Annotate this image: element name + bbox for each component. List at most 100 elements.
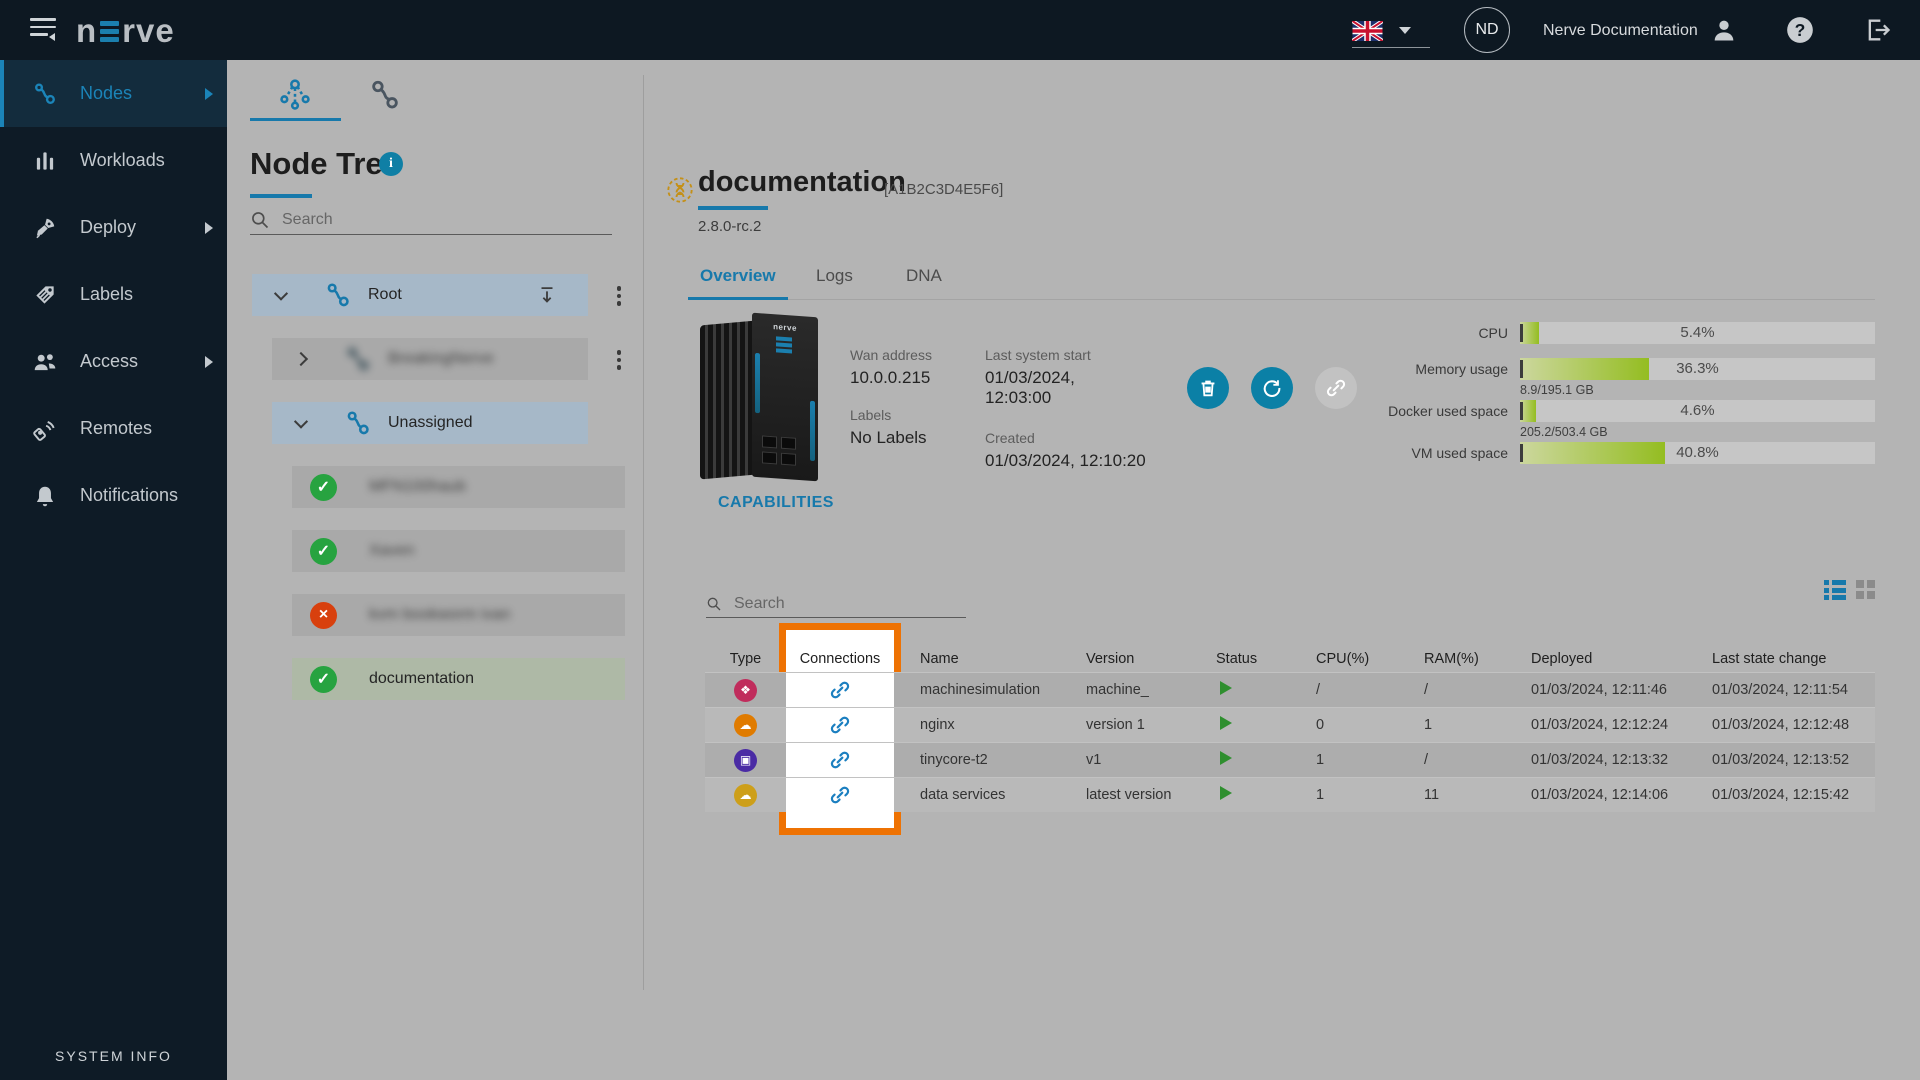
tab-dna[interactable]: DNA <box>906 266 942 286</box>
workload-row-tinycore-t2[interactable]: ▣tinycore-t2v11/01/03/2024, 12:13:3201/0… <box>705 742 1875 777</box>
tree-item-label: Unassigned <box>388 414 473 432</box>
sidebar-item-nodes[interactable]: Nodes <box>0 60 227 127</box>
capabilities-link[interactable]: CAPABILITIES <box>718 494 834 512</box>
system-info-button[interactable]: SYSTEM INFO <box>0 1048 227 1064</box>
list-view-icon[interactable] <box>1824 580 1846 600</box>
tree-group-root[interactable]: Root <box>252 274 588 316</box>
sidebar-item-access[interactable]: Access <box>0 328 227 395</box>
avatar[interactable]: ND <box>1464 7 1510 53</box>
tab-logs[interactable]: Logs <box>816 266 853 286</box>
connection-link-icon[interactable] <box>829 784 851 806</box>
cell-last-state-change: 01/03/2024, 12:12:48 <box>1686 717 1875 733</box>
cell-name: nginx <box>894 717 1060 733</box>
gauge-caption: 8.9/195.1 GB <box>1520 383 1875 397</box>
sidebar-item-workloads[interactable]: Workloads <box>0 127 227 194</box>
sidebar-item-label: Nodes <box>80 83 132 104</box>
tree-node-documentation[interactable]: ✓documentation <box>292 658 625 700</box>
tree-item-label: kvm bookworm ivan <box>369 606 510 624</box>
tree-item-label: Xaven <box>369 542 414 560</box>
column-header-status: Status <box>1190 651 1290 667</box>
tree-row-documentation: ✓documentation <box>252 658 628 700</box>
remotes-icon <box>32 416 58 442</box>
gauge-vm-used-space: VM used space40.8% <box>1340 442 1875 464</box>
node-title: documentation <box>698 166 906 199</box>
workload-row-data-services[interactable]: ☁data serviceslatest version11101/03/202… <box>705 777 1875 812</box>
tree-node-xaven[interactable]: ✓Xaven <box>292 530 625 572</box>
search-icon <box>706 596 722 612</box>
gauge-percent: 4.6% <box>1520 402 1875 419</box>
language-selector[interactable] <box>1352 14 1430 48</box>
chevron-down-icon[interactable] <box>274 287 288 301</box>
gauge-label: CPU <box>1340 325 1508 342</box>
gauge-label: Docker used space <box>1340 403 1508 420</box>
info-icon[interactable]: i <box>379 152 403 176</box>
profile-icon[interactable] <box>1710 16 1738 44</box>
logout-icon[interactable] <box>1864 16 1892 44</box>
cell-name: tinycore-t2 <box>894 752 1060 768</box>
cell-cpu: 1 <box>1290 752 1398 768</box>
sidebar-item-labels[interactable]: Labels <box>0 261 227 328</box>
connection-link-icon[interactable] <box>829 714 851 736</box>
tree-node-mfn100haub[interactable]: ✓MFN100haub <box>292 466 625 508</box>
created-label: Created <box>985 430 1035 446</box>
column-header-name: Name <box>894 651 1060 667</box>
tree-node-kvm-bookworm-ivan[interactable]: × kvm bookworm ivan <box>292 594 625 636</box>
status-error-icon: × <box>310 602 337 629</box>
tree-row-root: Root <box>252 274 628 316</box>
tree-item-label: MFN100haub <box>369 478 466 496</box>
cell-version: v1 <box>1060 752 1190 768</box>
logo-bars <box>100 21 119 42</box>
sidebar-item-remotes[interactable]: Remotes <box>0 395 227 462</box>
cell-deployed: 01/03/2024, 12:14:06 <box>1505 787 1686 803</box>
help-icon[interactable]: ? <box>1786 16 1814 44</box>
page-title: Node Tree <box>250 146 400 182</box>
active-tab-underline <box>250 118 341 121</box>
column-header-last-state-change: Last state change <box>1686 651 1875 667</box>
sidebar-item-notifications[interactable]: Notifications <box>0 462 227 529</box>
connection-link-icon[interactable] <box>829 679 851 701</box>
docker-icon: ☁ <box>734 714 757 737</box>
tree-group-breakingnerve[interactable]: BreakingNerve <box>272 338 588 380</box>
view-toggles <box>1824 580 1876 600</box>
menu-toggle-icon[interactable] <box>30 18 56 42</box>
workloads-icon <box>32 148 58 174</box>
grid-view-icon[interactable] <box>1856 580 1876 600</box>
reboot-node-button[interactable] <box>1251 367 1293 409</box>
node-version: 2.8.0-rc.2 <box>698 218 761 235</box>
delete-node-button[interactable] <box>1187 367 1229 409</box>
node-serial: [A1B2C3D4E5F6] <box>884 181 1003 198</box>
tree-item-label: documentation <box>369 670 474 688</box>
row-menu-icon[interactable] <box>612 282 626 310</box>
search-input[interactable] <box>282 211 612 229</box>
column-header-connections: Connections <box>786 645 894 672</box>
gauge-caption: 205.2/503.4 GB <box>1520 425 1875 439</box>
svg-text:?: ? <box>1795 20 1806 40</box>
chevron-right-icon[interactable] <box>294 352 308 366</box>
cell-deployed: 01/03/2024, 12:11:46 <box>1505 682 1686 698</box>
chevron-right-icon <box>205 356 213 368</box>
gauge-track: 36.3% <box>1520 358 1875 380</box>
row-menu-icon[interactable] <box>612 346 626 374</box>
gauge-percent: 5.4% <box>1520 324 1875 341</box>
tab-node-tree-icon[interactable] <box>278 78 312 112</box>
workload-row-nginx[interactable]: ☁nginxversion 10101/03/2024, 12:12:2401/… <box>705 707 1875 742</box>
nodes-icon <box>32 81 58 107</box>
tree-group-unassigned[interactable]: Unassigned <box>272 402 588 444</box>
collapse-all-icon[interactable] <box>536 284 558 306</box>
tab-overview[interactable]: Overview <box>700 266 776 286</box>
search-input[interactable] <box>734 595 966 613</box>
chevron-right-icon <box>205 222 213 234</box>
connection-link-icon[interactable] <box>829 749 851 771</box>
wan-address-value: 10.0.0.215 <box>850 368 930 388</box>
gauge-track: 4.6% <box>1520 400 1875 422</box>
column-header-deployed: Deployed <box>1505 651 1686 667</box>
sidebar-item-deploy[interactable]: Deploy <box>0 194 227 261</box>
node-dna-icon <box>666 176 694 204</box>
cell-version: latest version <box>1060 787 1190 803</box>
branch-icon <box>324 281 352 309</box>
workload-row-machinesimulation[interactable]: ❖machinesimulationmachine_//01/03/2024, … <box>705 672 1875 707</box>
chevron-down-icon[interactable] <box>294 415 308 429</box>
tab-node-list-icon[interactable] <box>368 78 402 112</box>
cell-ram: 1 <box>1398 717 1505 733</box>
nerve-logo: nrve <box>76 12 175 50</box>
